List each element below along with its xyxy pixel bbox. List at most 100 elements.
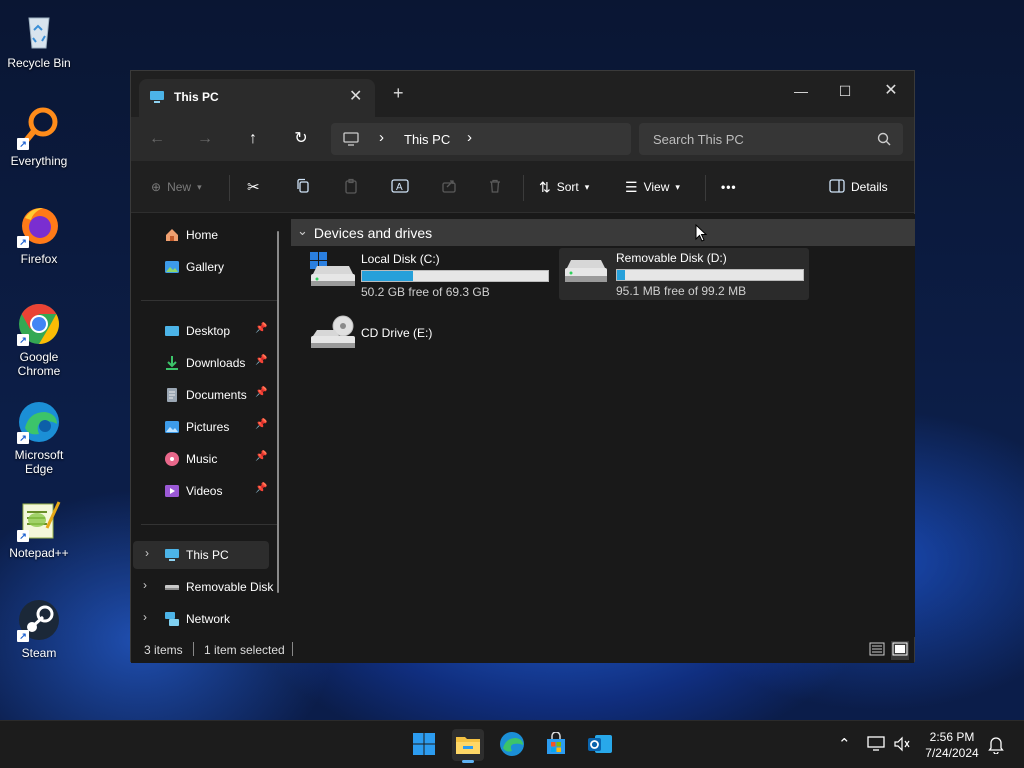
close-window-button[interactable]: ✕ — [871, 77, 911, 105]
breadcrumb-separator[interactable]: › — [379, 129, 384, 146]
command-bar: ⊕ New ▾ ✂ A ⇅ Sort ▾ ☰ View ▾ ••• Detail… — [131, 161, 914, 213]
toolbar-divider — [523, 175, 524, 201]
nav-item-this-pc[interactable]: › This PC — [133, 541, 269, 569]
view-button[interactable]: ☰ View ▾ — [625, 177, 680, 197]
clock-time: 2:56 PM — [929, 730, 975, 744]
taskbar-file-explorer[interactable] — [452, 729, 484, 763]
drive-removable-disk-d[interactable]: Removable Disk (D:) 95.1 MB free of 99.2… — [559, 248, 809, 300]
desktop-icon-recycle-bin[interactable]: Recycle Bin — [4, 8, 74, 70]
view-label: View — [643, 180, 670, 194]
nav-item-label: Home — [186, 228, 219, 242]
nav-item-music[interactable]: Music 📌 — [131, 445, 281, 473]
pin-icon[interactable]: 📌 — [255, 387, 267, 398]
nav-item-gallery[interactable]: Gallery — [131, 253, 281, 281]
cut-button[interactable]: ✂ — [247, 177, 260, 197]
system-clock[interactable]: 2:56 PM 7/24/2024 — [920, 729, 984, 761]
desktop-icon-edge[interactable]: ↗ Microsoft Edge — [4, 400, 74, 476]
title-bar[interactable]: This PC ✕ + — ☐ ✕ — [131, 71, 914, 117]
desktop-icon-chrome[interactable]: ↗ Google Chrome — [4, 302, 74, 378]
desktop-icon-notepadpp[interactable]: ↗ Notepad++ — [4, 498, 74, 560]
nav-item-downloads[interactable]: Downloads 📌 — [131, 349, 281, 377]
outlook-icon — [587, 732, 613, 759]
navigation-pane: Home Gallery Desktop 📌 Downloads 📌 Docum… — [131, 214, 287, 637]
search-input[interactable]: Search This PC — [653, 132, 744, 147]
search-box[interactable]: Search This PC — [639, 123, 903, 155]
nav-item-pictures[interactable]: Pictures 📌 — [131, 413, 281, 441]
nav-item-videos[interactable]: Videos 📌 — [131, 477, 281, 505]
pin-icon[interactable]: 📌 — [255, 419, 267, 430]
close-tab-button[interactable]: ✕ — [349, 86, 362, 106]
nav-item-desktop[interactable]: Desktop 📌 — [131, 317, 281, 345]
chevron-right-icon[interactable]: › — [145, 546, 149, 560]
drive-cd-drive-e[interactable]: CD Drive (E:) — [309, 312, 551, 356]
drive-local-disk-c[interactable]: Local Disk (C:) 50.2 GB free of 69.3 GB — [309, 250, 551, 300]
group-header-devices-and-drives[interactable]: ⌄ Devices and drives — [291, 219, 915, 246]
delete-button[interactable] — [487, 177, 503, 197]
new-tab-button[interactable]: + — [393, 83, 404, 104]
pin-icon[interactable]: 📌 — [255, 483, 267, 494]
nav-item-removable-disk[interactable]: › Removable Disk — [131, 573, 281, 601]
toolbar-divider — [229, 175, 230, 201]
taskbar-microsoft-store[interactable] — [540, 729, 572, 761]
drive-name: CD Drive (E:) — [361, 326, 433, 340]
rename-button[interactable]: A — [391, 177, 409, 197]
details-view-icon[interactable] — [869, 642, 885, 659]
share-button[interactable] — [441, 177, 457, 197]
desktop-icon-label: Microsoft Edge — [15, 448, 64, 476]
up-button[interactable]: ↑ — [243, 129, 263, 149]
microsoft-store-icon — [544, 730, 568, 759]
details-pane-button[interactable]: Details — [829, 177, 888, 197]
new-button[interactable]: ⊕ New ▾ — [151, 177, 202, 197]
maximize-button[interactable]: ☐ — [825, 77, 865, 105]
paste-button[interactable] — [343, 177, 359, 197]
desktop-icon-everything[interactable]: ↗ Everything — [4, 106, 74, 168]
active-app-indicator — [462, 760, 474, 763]
taskbar-edge[interactable] — [496, 729, 528, 761]
taskbar-outlook[interactable] — [584, 729, 616, 761]
copy-button[interactable] — [295, 177, 311, 197]
desktop-folder-icon — [164, 323, 180, 339]
back-button[interactable]: ← — [147, 129, 167, 149]
network-status-icon[interactable] — [867, 736, 885, 755]
gallery-icon — [164, 259, 180, 275]
address-bar[interactable]: › This PC › — [331, 123, 631, 155]
breadcrumb-separator[interactable]: › — [467, 129, 472, 146]
scissors-icon: ✂ — [247, 179, 260, 196]
navigation-bar: ← → ↑ ↻ › This PC › Search This PC — [131, 117, 914, 161]
nav-item-network[interactable]: › Network — [131, 605, 281, 633]
nav-item-label: Gallery — [186, 260, 225, 274]
shortcut-arrow-icon: ↗ — [17, 138, 29, 150]
desktop-icon-label: Everything — [10, 154, 68, 168]
cd-drive-icon — [309, 314, 355, 355]
nav-item-home[interactable]: Home — [131, 221, 281, 249]
label-line: Chrome — [17, 364, 61, 378]
volume-muted-icon[interactable] — [893, 736, 911, 755]
pin-icon[interactable]: 📌 — [255, 355, 267, 366]
drive-usage-bar — [616, 269, 804, 281]
drive-free-space: 95.1 MB free of 99.2 MB — [616, 284, 747, 298]
tiles-view-icon[interactable] — [891, 641, 909, 660]
notification-bell-icon[interactable] — [988, 736, 1004, 757]
navigation-pane-scrollbar[interactable] — [277, 231, 279, 593]
desktop-icon-steam[interactable]: ↗ Steam — [4, 598, 74, 660]
sort-button[interactable]: ⇅ Sort ▾ — [539, 177, 589, 197]
forward-button[interactable]: → — [195, 129, 215, 149]
chevron-right-icon[interactable]: › — [143, 578, 147, 592]
label-line: Google — [19, 350, 59, 364]
start-button[interactable] — [408, 729, 440, 761]
share-icon — [441, 178, 457, 197]
paste-icon — [343, 178, 359, 197]
nav-item-label: Pictures — [186, 420, 230, 434]
desktop-icon-firefox[interactable]: ↗ Firefox — [4, 204, 74, 266]
pin-icon[interactable]: 📌 — [255, 323, 267, 334]
more-options-button[interactable]: ••• — [721, 177, 737, 197]
minimize-button[interactable]: — — [781, 77, 821, 105]
tray-overflow-chevron[interactable]: ⌃ — [838, 735, 851, 753]
sort-label: Sort — [556, 180, 579, 194]
breadcrumb-this-pc[interactable]: This PC — [404, 132, 450, 147]
nav-item-documents[interactable]: Documents 📌 — [131, 381, 281, 409]
tab-this-pc[interactable]: This PC ✕ — [139, 79, 375, 117]
refresh-button[interactable]: ↻ — [291, 129, 311, 149]
pin-icon[interactable]: 📌 — [255, 451, 267, 462]
chevron-right-icon[interactable]: › — [143, 610, 147, 624]
